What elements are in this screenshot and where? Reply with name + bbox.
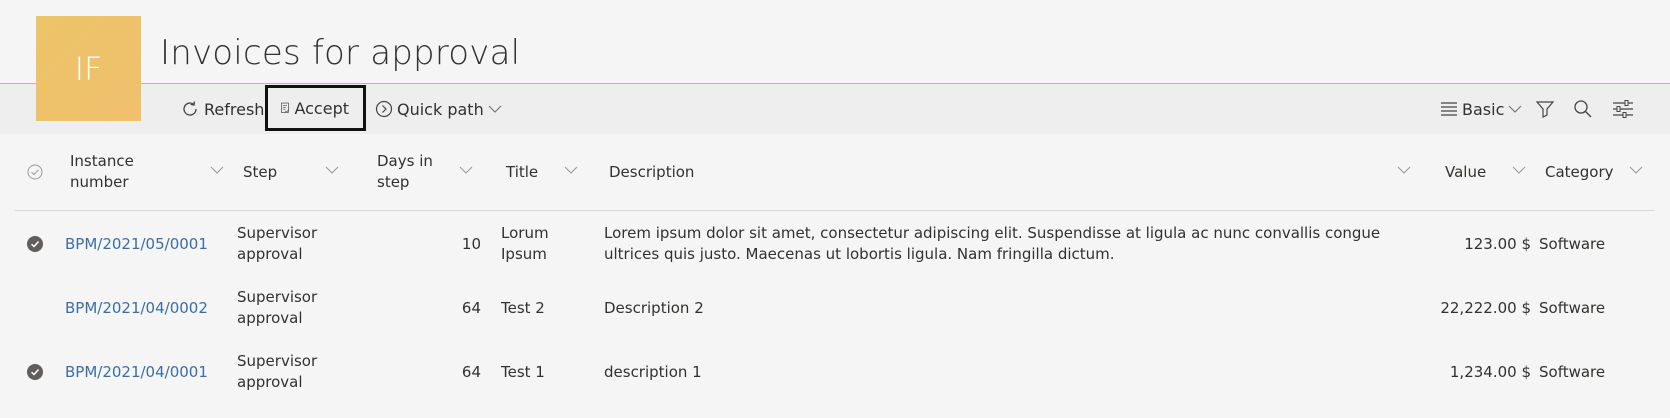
chevron-down-icon (564, 166, 578, 174)
description-cell: description 1 (604, 362, 702, 381)
row-selected-check-icon[interactable] (27, 364, 43, 380)
view-label: Basic (1462, 99, 1505, 119)
step-cell: Supervisor approval (237, 288, 318, 327)
instance-number-link[interactable]: BPM/2021/04/0002 (65, 276, 225, 340)
value-cell: 1,234.00 $ (1449, 362, 1531, 381)
instance-number-link[interactable]: BPM/2021/05/0001 (65, 212, 225, 276)
step-cell: Supervisor approval (237, 224, 318, 263)
accept-label: Accept (294, 98, 349, 118)
chevron-down-icon (1397, 166, 1411, 174)
row-selected-check-icon[interactable] (27, 236, 43, 252)
quick-path-button[interactable]: Quick path (375, 84, 506, 134)
category-cell: Software (1539, 234, 1606, 253)
days-cell: 64 (461, 362, 481, 381)
table-header: Instance number Step Days in step Title … (15, 134, 1655, 211)
column-header-title[interactable]: Title (506, 134, 596, 210)
chevron-down-icon (488, 105, 502, 113)
quick-path-label: Quick path (397, 99, 484, 119)
settings-icon[interactable] (1612, 84, 1634, 134)
refresh-label: Refresh (204, 99, 265, 119)
value-cell: 123.00 $ (1464, 234, 1531, 253)
description-cell: Description 2 (604, 298, 704, 317)
column-label: Description (609, 162, 695, 181)
chevron-down-icon (1508, 105, 1522, 113)
refresh-button[interactable]: Refresh (180, 84, 264, 134)
step-cell: Supervisor approval (237, 352, 318, 391)
filter-icon[interactable] (1535, 84, 1555, 134)
column-header-days[interactable]: Days in step (377, 134, 487, 210)
app-avatar: IF (36, 16, 141, 121)
chevron-down-icon (210, 166, 224, 174)
view-selector[interactable]: Basic (1440, 84, 1526, 134)
command-bar: Refresh Accept Quick path Basic (0, 84, 1670, 134)
chevron-down-icon (1629, 166, 1643, 174)
column-label: Title (506, 162, 539, 181)
page-title: Invoices for approval (160, 33, 521, 73)
chevron-down-icon (459, 166, 473, 174)
column-label: Instance number (70, 152, 134, 191)
list-icon (1441, 102, 1457, 116)
column-label: Category (1545, 162, 1614, 181)
accept-document-icon (281, 102, 289, 113)
column-header-step[interactable]: Step (243, 134, 353, 210)
value-cell: 22,222.00 $ (1440, 298, 1531, 317)
accept-button[interactable]: Accept (265, 85, 366, 131)
table-row[interactable]: BPM/2021/04/0002 Supervisor approval 64 … (15, 276, 1655, 340)
title-cell: Test 1 (501, 362, 545, 381)
column-label: Step (243, 162, 278, 181)
days-cell: 64 (461, 298, 481, 317)
title-cell: Lorum Ipsum (501, 224, 549, 263)
table-row[interactable]: BPM/2021/04/0001 Supervisor approval 64 … (15, 340, 1655, 404)
column-label: Value (1445, 162, 1487, 181)
column-label: Days in step (377, 152, 433, 191)
select-all-checkbox[interactable] (27, 134, 43, 210)
page-header: Invoices for approval (0, 0, 1670, 84)
category-cell: Software (1539, 298, 1606, 317)
column-header-value[interactable]: Value (1445, 134, 1535, 210)
days-cell: 10 (461, 234, 481, 253)
column-header-description[interactable]: Description (609, 134, 1429, 210)
invoice-table: Instance number Step Days in step Title … (15, 134, 1655, 404)
chevron-down-icon (1512, 166, 1526, 174)
description-cell: Lorem ipsum dolor sit amet, consectetur … (604, 224, 1381, 263)
category-cell: Software (1539, 362, 1606, 381)
chevron-circle-icon (375, 100, 393, 118)
column-header-instance[interactable]: Instance number (70, 134, 224, 210)
refresh-icon (183, 101, 197, 116)
table-row[interactable]: BPM/2021/05/0001 Supervisor approval 10 … (15, 212, 1655, 276)
instance-number-link[interactable]: BPM/2021/04/0001 (65, 340, 225, 404)
title-cell: Test 2 (501, 298, 545, 317)
search-icon[interactable] (1573, 84, 1593, 134)
column-header-category[interactable]: Category (1545, 134, 1645, 210)
chevron-down-icon (325, 166, 339, 174)
